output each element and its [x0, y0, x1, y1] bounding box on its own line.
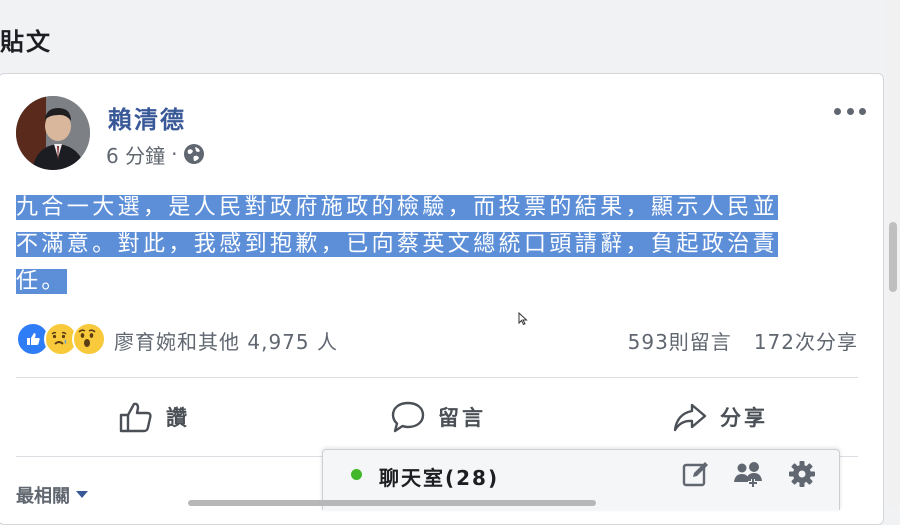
- new-group-icon[interactable]: [733, 459, 765, 489]
- post-text-line: 不滿意。對此，我感到抱歉，已向蔡英文總統口頭請辭，負起政治責: [16, 232, 779, 257]
- more-options-icon[interactable]: [834, 104, 866, 118]
- chat-tools: [681, 459, 817, 489]
- scrollbar-thumb[interactable]: [889, 222, 897, 292]
- chat-label: 聊天室(28): [379, 466, 500, 490]
- reaction-summary[interactable]: 廖育婉和其他 4,975 人: [114, 326, 338, 355]
- globe-icon[interactable]: [183, 143, 205, 165]
- comment-label: 留言: [438, 406, 486, 430]
- scrollbar-thumb[interactable]: [188, 500, 596, 506]
- comment-bubble-icon: [391, 401, 425, 433]
- share-count[interactable]: 172次分享: [754, 326, 858, 355]
- reaction-icons[interactable]: [16, 322, 106, 356]
- like-button[interactable]: 讚: [118, 395, 190, 439]
- thumbs-up-icon: [119, 402, 152, 433]
- post-text-line: 任。: [16, 269, 67, 294]
- like-label: 讚: [166, 406, 190, 430]
- horizontal-scrollbar[interactable]: [0, 500, 886, 506]
- post-meta: 6 分鐘 ·: [106, 140, 205, 169]
- compose-icon[interactable]: [681, 459, 711, 489]
- post-text-line: 九合一大選，是人民對政府施政的檢驗，而投票的結果，顯示人民並: [16, 195, 779, 220]
- timestamp[interactable]: 6 分鐘: [106, 140, 165, 169]
- meta-separator: ·: [171, 142, 178, 166]
- share-label: 分享: [720, 406, 768, 430]
- wow-reaction-icon: [72, 322, 106, 356]
- share-arrow-icon: [673, 403, 707, 432]
- share-button[interactable]: 分享: [672, 395, 768, 439]
- author-name[interactable]: 賴清德: [108, 100, 186, 135]
- avatar[interactable]: [16, 96, 90, 170]
- caret-down-icon: [76, 491, 88, 498]
- online-status-icon: [351, 469, 362, 480]
- section-title: 貼文: [0, 27, 52, 56]
- post-stats: 593則留言 172次分享: [628, 326, 858, 355]
- post-text: 九合一大選，是人民對政府施政的檢驗，而投票的結果，顯示人民並 不滿意。對此，我感…: [16, 189, 866, 300]
- mouse-cursor-icon: [518, 312, 528, 326]
- comment-button[interactable]: 留言: [390, 395, 486, 439]
- divider: [16, 377, 858, 378]
- avatar-photo: [16, 96, 90, 170]
- vertical-scrollbar[interactable]: [886, 0, 900, 506]
- gear-icon[interactable]: [787, 459, 817, 489]
- comment-count[interactable]: 593則留言: [628, 326, 732, 355]
